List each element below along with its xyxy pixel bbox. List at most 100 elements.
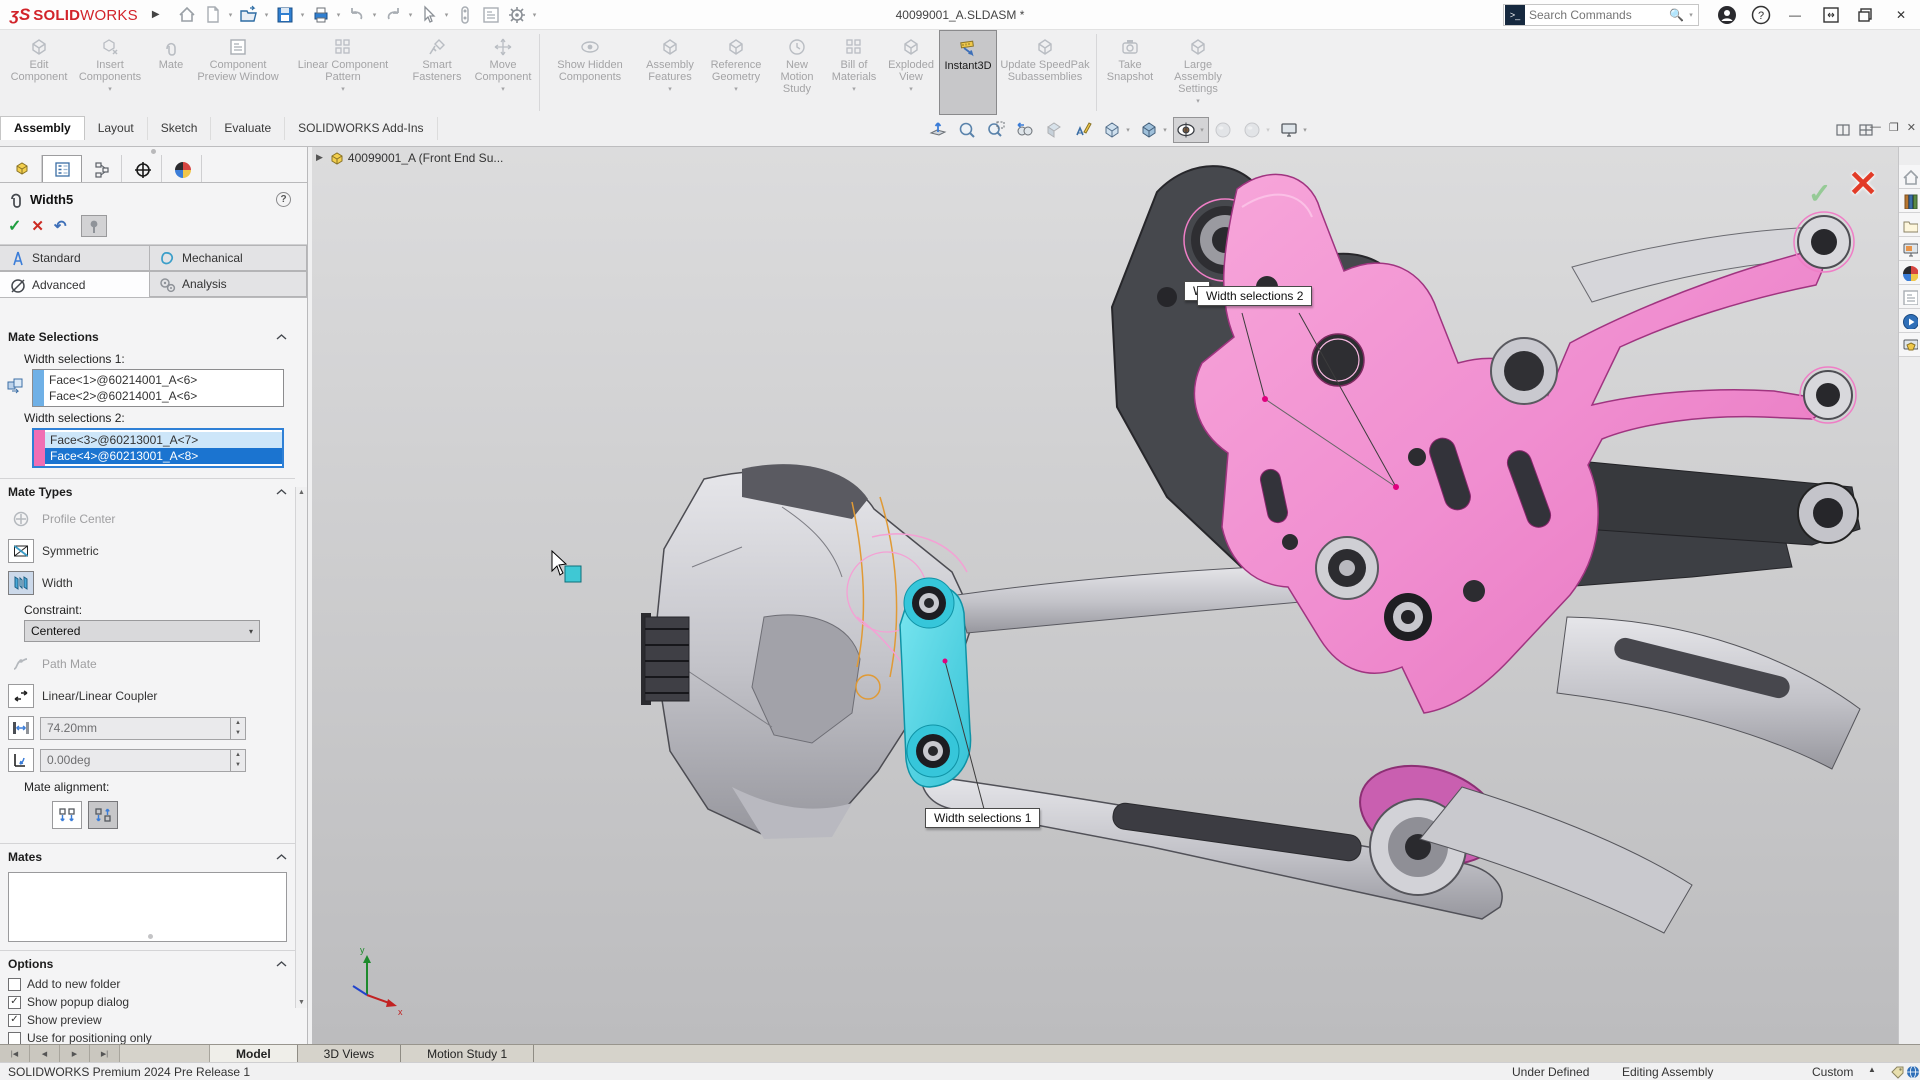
undo-dropdown-icon[interactable]: ▾: [370, 11, 380, 19]
previous-view-icon[interactable]: [1012, 117, 1040, 143]
option-show-popup-dialog[interactable]: ✓ Show popup dialog: [0, 993, 295, 1011]
scroll-up-icon[interactable]: ▲: [298, 489, 305, 496]
undo-button[interactable]: [344, 3, 370, 27]
doc-minimize-button[interactable]: —: [1870, 121, 1881, 134]
section-view-icon[interactable]: [1041, 117, 1069, 143]
selection-item[interactable]: Face<1>@60214001_A<6>: [44, 372, 283, 388]
search-icon[interactable]: 🔍: [1669, 8, 1684, 22]
tab-solidworks-add-ins[interactable]: SOLIDWORKS Add-Ins: [285, 117, 437, 140]
pack-and-go-icon[interactable]: [452, 3, 478, 27]
save-dropdown-icon[interactable]: ▾: [298, 11, 308, 19]
normal-to-icon[interactable]: [925, 117, 953, 143]
constraint-dropdown[interactable]: Centered ▾: [24, 620, 260, 642]
width-selections-2-box[interactable]: Face<3>@60213001_A<7> Face<4>@60213001_A…: [32, 428, 284, 468]
tab-layout[interactable]: Layout: [85, 117, 148, 140]
solidworks-forum-icon[interactable]: [1899, 309, 1920, 333]
confirm-ok-icon[interactable]: ✓: [1808, 177, 1831, 210]
user-account-icon[interactable]: [1714, 3, 1740, 27]
display-style-icon[interactable]: ▾: [1136, 117, 1172, 143]
edit-appearance-icon[interactable]: [1210, 117, 1238, 143]
annotation-views-icon[interactable]: [1070, 117, 1098, 143]
first-tab-button[interactable]: |◀: [0, 1045, 30, 1062]
home-tab-icon[interactable]: [1899, 165, 1920, 189]
keep-visible-pin-button[interactable]: [81, 215, 107, 237]
new-dropdown-icon[interactable]: ▾: [226, 11, 236, 19]
tab-analysis[interactable]: Analysis: [150, 271, 307, 297]
doc-restore-button[interactable]: ❐: [1889, 121, 1899, 134]
option-add-to-new-folder[interactable]: Add to new folder: [0, 975, 295, 993]
mate-type-width[interactable]: Width: [0, 567, 295, 599]
ribbon-update-speedpak[interactable]: Update SpeedPak Subassemblies: [997, 30, 1093, 115]
split-horizontal-icon[interactable]: [1835, 122, 1851, 138]
inspection-icon[interactable]: [1899, 333, 1920, 357]
tab-advanced[interactable]: Advanced: [0, 271, 150, 297]
panel-grip[interactable]: [0, 147, 307, 155]
ribbon-new-motion-study[interactable]: New Motion Study: [769, 30, 825, 115]
collapse-icon[interactable]: [276, 334, 287, 340]
report-button[interactable]: [478, 3, 504, 27]
ribbon-linear-component-pattern[interactable]: Linear Component Pattern▾: [282, 30, 404, 115]
file-explorer-icon[interactable]: [1899, 213, 1920, 237]
distance-input[interactable]: [41, 718, 230, 739]
section-mate-types[interactable]: Mate Types: [0, 478, 295, 503]
last-tab-button[interactable]: ▶|: [90, 1045, 120, 1062]
menu-expand-icon[interactable]: ▶: [152, 9, 160, 20]
resize-grip[interactable]: [148, 934, 153, 939]
status-configuration[interactable]: Custom: [1812, 1065, 1853, 1079]
open-button[interactable]: [236, 3, 262, 27]
ribbon-component-preview-window[interactable]: Component Preview Window: [194, 30, 282, 115]
zoom-to-area-icon[interactable]: [983, 117, 1011, 143]
design-library-icon[interactable]: [1899, 189, 1920, 213]
appearances-scenes-icon[interactable]: [1899, 261, 1920, 285]
ribbon-large-assembly-settings[interactable]: Large Assembly Settings▾: [1160, 30, 1236, 115]
pm-help-icon[interactable]: ?: [276, 192, 291, 207]
section-mates[interactable]: Mates: [0, 843, 295, 868]
angle-spinner[interactable]: ▲▼: [230, 750, 245, 771]
mates-list-box[interactable]: [8, 872, 287, 942]
prev-tab-button[interactable]: ◀: [30, 1045, 60, 1062]
collapse-ribbon-button[interactable]: [1818, 3, 1844, 27]
ribbon-mate[interactable]: Mate: [148, 30, 194, 115]
mate-type-profile-center[interactable]: Profile Center: [0, 503, 295, 535]
next-tab-button[interactable]: ▶: [60, 1045, 90, 1062]
scroll-down-icon[interactable]: ▼: [298, 999, 305, 1006]
tab-property-manager[interactable]: [42, 155, 82, 182]
save-button[interactable]: [272, 3, 298, 27]
search-scope-icon[interactable]: >_: [1505, 5, 1525, 25]
width-selections-1-box[interactable]: Face<1>@60214001_A<6> Face<2>@60214001_A…: [32, 369, 284, 407]
checkbox[interactable]: [8, 978, 21, 991]
hide-show-items-icon[interactable]: ▾: [1173, 117, 1209, 143]
ribbon-move-component[interactable]: Move Component▾: [470, 30, 536, 115]
search-dropdown-icon[interactable]: ▾: [1686, 11, 1696, 19]
new-document-button[interactable]: [200, 3, 226, 27]
tab-evaluate[interactable]: Evaluate: [211, 117, 285, 140]
anti-aligned-button[interactable]: [88, 801, 118, 829]
collapse-icon[interactable]: [276, 961, 287, 967]
collapse-icon[interactable]: [276, 854, 287, 860]
select-dropdown-icon[interactable]: ▾: [442, 11, 452, 19]
tab-mechanical[interactable]: Mechanical: [150, 245, 307, 271]
ribbon-smart-fasteners[interactable]: Smart Fasteners: [404, 30, 470, 115]
options-dropdown-icon[interactable]: ▾: [530, 11, 540, 19]
tab-featuremanager-tree[interactable]: [2, 155, 42, 182]
options-button[interactable]: [504, 3, 530, 27]
distance-spinner[interactable]: ▲▼: [230, 718, 245, 739]
undo-button[interactable]: ↶: [54, 217, 67, 235]
search-input[interactable]: [1529, 8, 1669, 22]
ribbon-show-hidden-components[interactable]: Show Hidden Components: [543, 30, 637, 115]
angle-input[interactable]: [41, 750, 230, 771]
web-help-icon[interactable]: [1906, 1065, 1920, 1079]
custom-properties-icon[interactable]: [1899, 285, 1920, 309]
graphics-viewport[interactable]: x y ▶ 40099001_A (Front End Su... Wi Wid…: [312, 147, 1898, 1044]
close-button[interactable]: ✕: [1888, 3, 1914, 27]
tab-assembly[interactable]: Assembly: [0, 116, 85, 140]
breadcrumb[interactable]: ▶ 40099001_A (Front End Su...: [316, 150, 503, 165]
ribbon-assembly-features[interactable]: Assembly Features▾: [637, 30, 703, 115]
collapse-icon[interactable]: [276, 489, 287, 495]
tab-3d-views[interactable]: 3D Views: [298, 1045, 401, 1062]
tab-model[interactable]: Model: [210, 1045, 298, 1062]
print-button[interactable]: [308, 3, 334, 27]
option-show-preview[interactable]: ✓ Show preview: [0, 1011, 295, 1029]
minimize-button[interactable]: —: [1782, 3, 1808, 27]
mate-type-linear-coupler[interactable]: Linear/Linear Coupler: [0, 680, 295, 712]
